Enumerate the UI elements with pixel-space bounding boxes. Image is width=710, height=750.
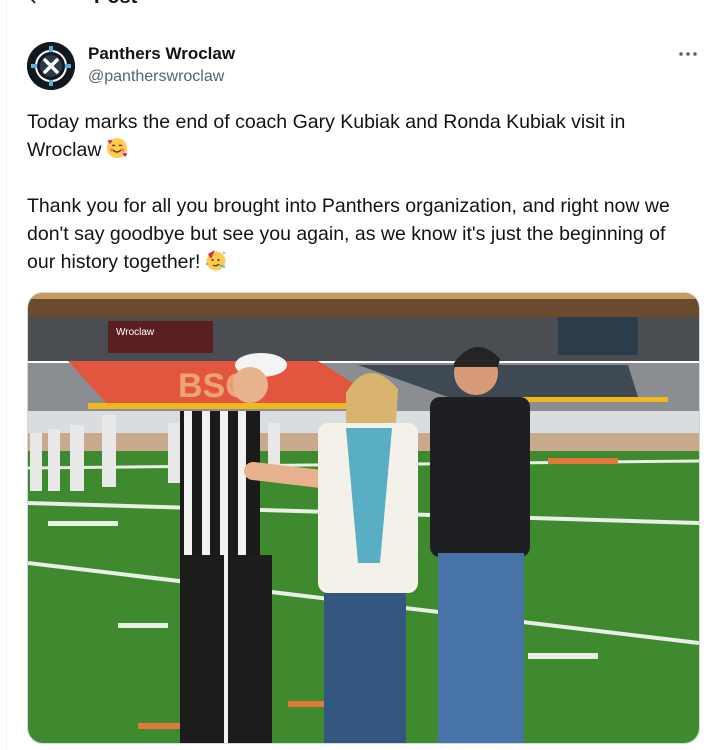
page-title: Post bbox=[94, 0, 137, 9]
avatar[interactable] bbox=[27, 42, 75, 90]
post-header: Post bbox=[0, 0, 710, 16]
more-horizontal-icon[interactable] bbox=[676, 44, 700, 64]
post-paragraph-2: Thank you for all you brought into Panth… bbox=[27, 192, 697, 276]
author-display-name[interactable]: Panthers Wroclaw bbox=[88, 44, 235, 64]
smiling-face-with-hearts-emoji-icon bbox=[107, 138, 128, 158]
stadium-sign-text: Wroclaw bbox=[116, 327, 155, 338]
post-paragraph-1: Today marks the end of coach Gary Kubiak… bbox=[27, 108, 697, 164]
author-handle[interactable]: @pantherswroclaw bbox=[88, 68, 224, 86]
stadium-photo: Wroclaw BSG bbox=[28, 293, 699, 743]
partying-face-emoji-icon bbox=[206, 250, 226, 271]
timeline-border bbox=[6, 0, 7, 750]
panthers-logo-icon bbox=[27, 42, 75, 90]
arrow-left-icon[interactable] bbox=[24, 0, 44, 6]
post-paragraph-2-text: Thank you for all you brought into Panth… bbox=[27, 195, 670, 273]
post-photo[interactable]: Wroclaw BSG bbox=[27, 292, 700, 744]
post-text: Today marks the end of coach Gary Kubiak… bbox=[27, 108, 697, 276]
